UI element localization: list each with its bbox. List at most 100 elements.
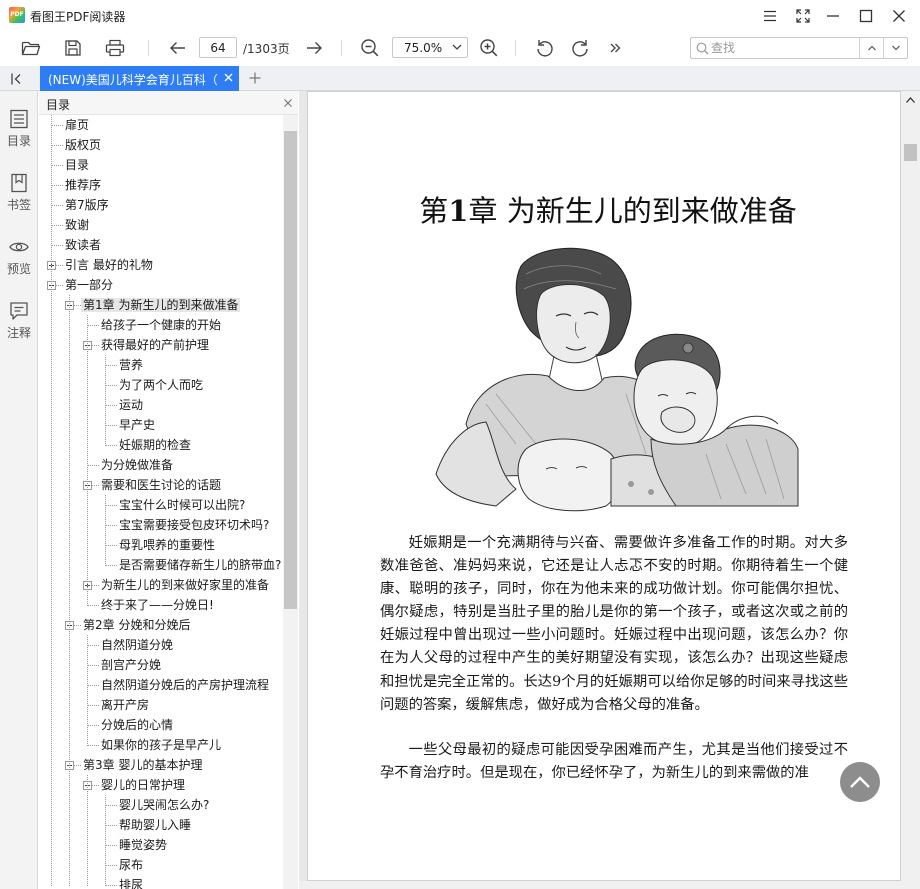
outline-item[interactable]: 剖宫产分娩 (99, 655, 163, 675)
chapter-prefix: 第 (419, 194, 449, 228)
outline-panel-title: 目录 (46, 98, 71, 112)
tab-document[interactable]: (NEW)美国儿科学会育儿百科（ (40, 66, 239, 91)
outline-item[interactable]: 婴儿哭闹怎么办? (117, 795, 211, 815)
outline-item[interactable]: 致读者 (63, 235, 103, 255)
outline-scrollbar-thumb[interactable] (284, 131, 297, 609)
outline-item[interactable]: 需要和医生讨论的话题 (99, 475, 223, 495)
new-tab-button[interactable] (245, 68, 265, 88)
outline-item[interactable]: 引言 最好的礼物 (63, 255, 155, 275)
outline-item[interactable]: 如果你的孩子是早产儿 (99, 735, 223, 755)
outline-item-label: 推荐序 (65, 178, 102, 192)
outline-item[interactable]: 推荐序 (63, 175, 103, 195)
outline-item[interactable]: 获得最好的产前护理 (99, 335, 211, 355)
horizontal-scrollbar[interactable] (299, 881, 901, 889)
more-tools-button[interactable] (602, 35, 628, 61)
outline-item[interactable]: 运动 (117, 395, 145, 415)
outline-item-label: 自然阴道分娩后的产房护理流程 (101, 678, 270, 692)
previous-page-button[interactable] (165, 35, 191, 61)
outline-item[interactable]: 尿布 (117, 855, 145, 875)
zoom-in-icon (480, 39, 498, 57)
outline-item[interactable]: 早产史 (117, 415, 157, 435)
rotate-right-button[interactable] (567, 35, 593, 61)
search-previous-button[interactable] (859, 38, 883, 58)
rail-item-outline[interactable]: 目录 (0, 109, 38, 165)
outline-item[interactable]: 睡觉姿势 (117, 835, 169, 855)
outline-item[interactable]: 第一部分 (63, 275, 115, 295)
scroll-up-arrow-icon[interactable] (906, 97, 915, 103)
outline-item-label: 第2章 分娩和分娩后 (83, 618, 191, 632)
rail-item-annotation[interactable]: 注释 (0, 301, 38, 357)
tree-connector (87, 745, 99, 746)
arrow-right-icon (307, 42, 322, 54)
close-tab-button[interactable] (221, 70, 235, 84)
outline-item-label: 第一部分 (65, 278, 114, 292)
rail-item-preview[interactable]: 预览 (0, 237, 38, 293)
outline-item[interactable]: 自然阴道分娩 (99, 635, 175, 655)
toggle-sidebar-button[interactable] (4, 69, 30, 89)
search-next-button[interactable] (883, 38, 907, 58)
save-button[interactable] (60, 35, 86, 61)
rotate-left-button[interactable] (532, 35, 558, 61)
print-button[interactable] (102, 35, 128, 61)
outline-item-label: 运动 (119, 398, 144, 412)
outline-item[interactable]: 是否需要储存新生儿的脐带血? (117, 555, 283, 575)
chapter-name: 章 为新生儿的到来做准备 (468, 194, 797, 228)
chevron-down-icon (891, 45, 900, 51)
minimize-button[interactable] (819, 4, 847, 28)
outline-item[interactable]: 第1章 为新生儿的到来做准备 (81, 295, 241, 315)
outline-item[interactable]: 营养 (117, 355, 145, 375)
outline-item[interactable]: 为新生儿的到来做好家里的准备 (99, 575, 271, 595)
outline-item[interactable]: 婴儿的日常护理 (99, 775, 187, 795)
outline-item[interactable]: 第2章 分娩和分娩后 (81, 615, 192, 635)
outline-item[interactable]: 版权页 (63, 135, 103, 155)
next-page-button[interactable] (301, 35, 327, 61)
menu-button[interactable] (756, 4, 784, 28)
outline-item[interactable]: 自然阴道分娩后的产房护理流程 (99, 675, 271, 695)
outline-item[interactable]: 离开产房 (99, 695, 151, 715)
tree-connector (87, 665, 99, 666)
zoom-out-icon (361, 39, 379, 57)
zoom-select[interactable]: 75.0% (392, 37, 468, 58)
outline-item[interactable]: 宝宝需要接受包皮环切术吗? (117, 515, 271, 535)
outline-item[interactable]: 帮助婴儿入睡 (117, 815, 193, 835)
outline-item[interactable]: 妊娠期的检查 (117, 435, 193, 455)
open-file-button[interactable] (18, 35, 44, 61)
document-scrollbar[interactable] (901, 91, 920, 889)
search-icon (696, 42, 709, 55)
outline-item[interactable]: 第7版序 (63, 195, 111, 215)
printer-icon (105, 39, 125, 57)
page-number-input[interactable] (199, 37, 237, 58)
zoom-out-button[interactable] (357, 35, 383, 61)
back-to-top-button[interactable] (840, 762, 880, 802)
outline-panel: 目录 扉页 版权页 目录 推荐序 第7版序 致谢 致读者 引言 最好的礼物 第一部分 第1章 为新… (39, 91, 298, 889)
outline-item[interactable]: 宝宝什么时候可以出院? (117, 495, 247, 515)
outline-item[interactable]: 终于来了——分娩日! (99, 595, 216, 615)
document-scrollbar-thumb[interactable] (904, 144, 917, 161)
outline-scrollbar[interactable] (283, 115, 298, 889)
search-input[interactable] (711, 39, 851, 57)
outline-item-label: 母乳喂养的重要性 (119, 538, 216, 552)
outline-item[interactable]: 为分娩做准备 (99, 455, 175, 475)
document-view[interactable]: 第1章 为新生儿的到来做准备 妊娠期是一个充满期待与兴奋、需要做许多准备工作的时… (299, 91, 920, 889)
outline-item[interactable]: 目录 (63, 155, 91, 175)
outline-item[interactable]: 第3章 婴儿的基本护理 (81, 755, 204, 775)
outline-item[interactable]: 母乳喂养的重要性 (117, 535, 217, 555)
tree-connector (105, 805, 117, 806)
outline-item[interactable]: 扉页 (63, 115, 91, 135)
app-logo: PDF (9, 7, 25, 23)
outline-item-label: 第7版序 (65, 198, 109, 212)
save-icon (65, 40, 81, 56)
outline-item[interactable]: 排尿 (117, 875, 145, 889)
rail-item-bookmark[interactable]: 书签 (0, 173, 38, 229)
outline-item[interactable]: 为了两个人而吃 (117, 375, 205, 395)
fullscreen-button[interactable] (789, 4, 817, 28)
outline-item[interactable]: 给孩子一个健康的开始 (99, 315, 223, 335)
outline-item[interactable]: 分娩后的心情 (99, 715, 175, 735)
tree-connector (87, 605, 99, 606)
tab-document-label: (NEW)美国儿科学会育儿百科（ (48, 73, 218, 87)
close-panel-icon[interactable] (282, 97, 294, 109)
outline-item[interactable]: 致谢 (63, 215, 91, 235)
zoom-in-button[interactable] (476, 35, 502, 61)
close-window-button[interactable] (885, 4, 913, 28)
maximize-button[interactable] (852, 4, 880, 28)
